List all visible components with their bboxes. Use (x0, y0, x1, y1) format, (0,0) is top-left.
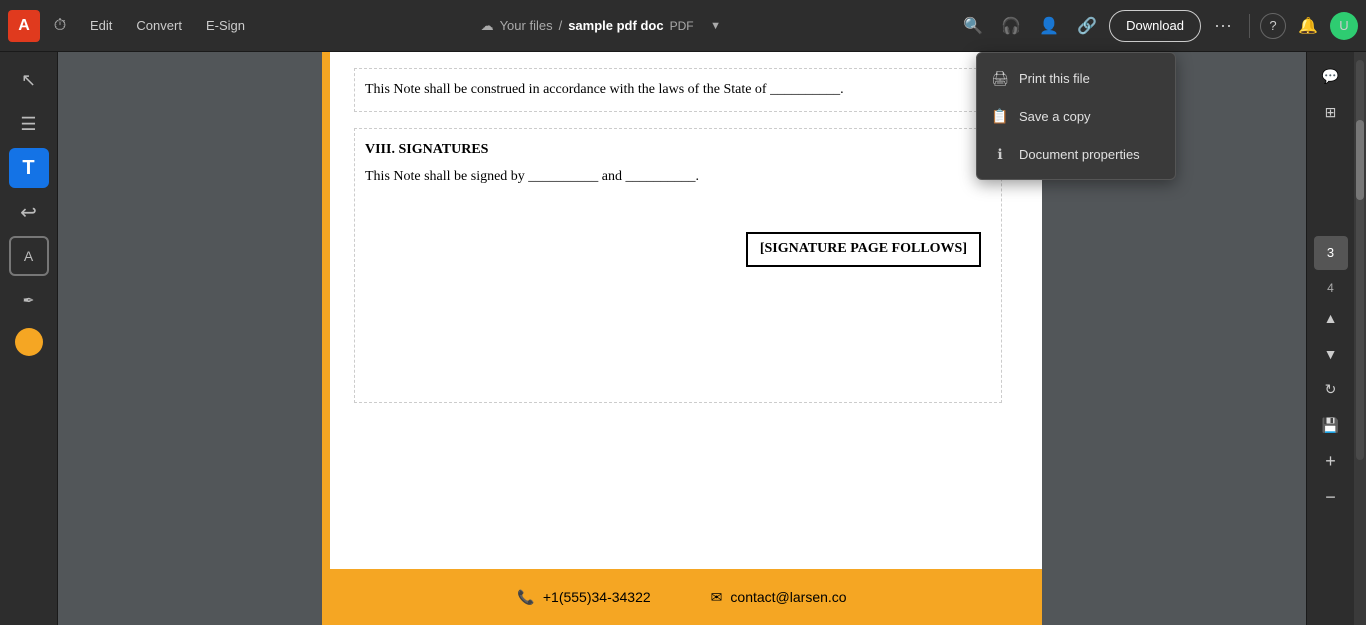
history-button[interactable]: ⏱ (44, 10, 76, 42)
grid-button[interactable]: ⊞ (1315, 96, 1347, 128)
print-icon: 🖨 (991, 69, 1009, 87)
scrollbar[interactable] (1354, 52, 1366, 625)
email-icon: ✉ (711, 589, 723, 606)
doc-props-icon: ℹ (991, 145, 1009, 163)
right-sidebar: 💬 ⊞ 3 4 ▲ ▼ ↻ 💾 + − (1306, 52, 1354, 625)
pdf-signature-box: [SIGNATURE PAGE FOLLOWS] (746, 232, 981, 266)
scrollbar-track (1356, 60, 1364, 460)
color-picker[interactable] (15, 328, 43, 356)
next-page-badge: 4 (1314, 278, 1348, 298)
pdf-footer-phone: 📞 +1(555)34-34322 (517, 589, 650, 606)
nav-down-button[interactable]: ▼ (1315, 338, 1347, 370)
zoom-out-button[interactable]: − (1315, 482, 1347, 514)
left-sidebar: ↖ ☰ T ↩ A ✒ (0, 52, 58, 625)
text-tool[interactable]: T (9, 148, 49, 188)
save-view-button[interactable]: 💾 (1315, 410, 1347, 442)
edit-menu[interactable]: Edit (80, 10, 122, 42)
phone-icon: 📞 (517, 589, 534, 606)
user-avatar[interactable]: U (1330, 12, 1358, 40)
audio-button[interactable]: 🎧 (995, 10, 1027, 42)
pdf-footer-email: ✉ contact@larsen.co (711, 589, 847, 606)
toolbar-right: 🔍 🎧 👤 🔗 Download ··· ? 🔔 U (957, 10, 1358, 42)
more-button[interactable]: ··· (1207, 10, 1239, 42)
breadcrumb-dropdown[interactable]: ▼ (700, 10, 732, 42)
zoom-in-button[interactable]: + (1315, 446, 1347, 478)
dropdown-item-doc-props[interactable]: ℹ Document properties (977, 135, 1175, 173)
app-logo: A (8, 10, 40, 42)
pdf-section-title: VIII. SIGNATURES (365, 139, 981, 161)
notification-button[interactable]: 🔔 (1292, 10, 1324, 42)
dropdown-save-copy-label: Save a copy (1019, 109, 1091, 124)
toolbar: A ⏱ Edit Convert E-Sign ☁ Your files / s… (0, 0, 1366, 52)
draw-tool[interactable]: ✒ (9, 280, 49, 320)
undo-tool[interactable]: ↩ (9, 192, 49, 232)
breadcrumb-filename: sample pdf doc (568, 18, 663, 33)
pdf-left-border (322, 52, 330, 625)
pdf-phone: +1(555)34-34322 (543, 589, 651, 605)
pdf-footer: 📞 +1(555)34-34322 ✉ contact@larsen.co (322, 569, 1042, 625)
dropdown-print-label: Print this file (1019, 71, 1090, 86)
save-copy-icon: 📋 (991, 107, 1009, 125)
breadcrumb-separator: / (559, 18, 563, 33)
pdf-paragraph1: This Note shall be construed in accordan… (365, 79, 981, 101)
comment-button[interactable]: 💬 (1315, 60, 1347, 92)
dropdown-doc-props-label: Document properties (1019, 147, 1140, 162)
current-page-badge: 3 (1314, 236, 1348, 270)
pdf-email: contact@larsen.co (730, 589, 846, 605)
breadcrumb: ☁ Your files / sample pdf doc PDF ▼ (259, 10, 953, 42)
search-button[interactable]: 🔍 (957, 10, 989, 42)
toolbar-divider (1249, 14, 1250, 38)
esign-menu[interactable]: E-Sign (196, 10, 255, 42)
dropdown-item-print[interactable]: 🖨 Print this file (977, 59, 1175, 97)
select-tool[interactable]: ↖ (9, 60, 49, 100)
pdf-signatures-box: VIII. SIGNATURES This Note shall be sign… (354, 128, 1002, 403)
download-button[interactable]: Download (1109, 10, 1201, 42)
link-button[interactable]: 🔗 (1071, 10, 1103, 42)
select-text-tool[interactable]: A (9, 236, 49, 276)
breadcrumb-filetype: PDF (670, 19, 694, 33)
page-nav: 3 4 ▲ ▼ ↻ 💾 + − (1314, 132, 1348, 617)
scrollbar-thumb[interactable] (1356, 120, 1364, 200)
help-button[interactable]: ? (1260, 13, 1286, 39)
account-button[interactable]: 👤 (1033, 10, 1065, 42)
convert-menu[interactable]: Convert (126, 10, 192, 42)
dropdown-menu: 🖨 Print this file 📋 Save a copy ℹ Docume… (976, 52, 1176, 180)
dropdown-item-save-copy[interactable]: 📋 Save a copy (977, 97, 1175, 135)
pdf-paragraph1-box: This Note shall be construed in accordan… (354, 68, 1002, 112)
refresh-button[interactable]: ↻ (1315, 374, 1347, 406)
hand-tool[interactable]: ☰ (9, 104, 49, 144)
nav-up-button[interactable]: ▲ (1315, 302, 1347, 334)
pdf-page: This Note shall be construed in accordan… (322, 52, 1042, 625)
pdf-paragraph2: This Note shall be signed by __________ … (365, 166, 981, 188)
breadcrumb-prefix: Your files (500, 18, 553, 33)
pdf-content: This Note shall be construed in accordan… (322, 52, 1042, 435)
cloud-icon: ☁ (481, 18, 494, 34)
